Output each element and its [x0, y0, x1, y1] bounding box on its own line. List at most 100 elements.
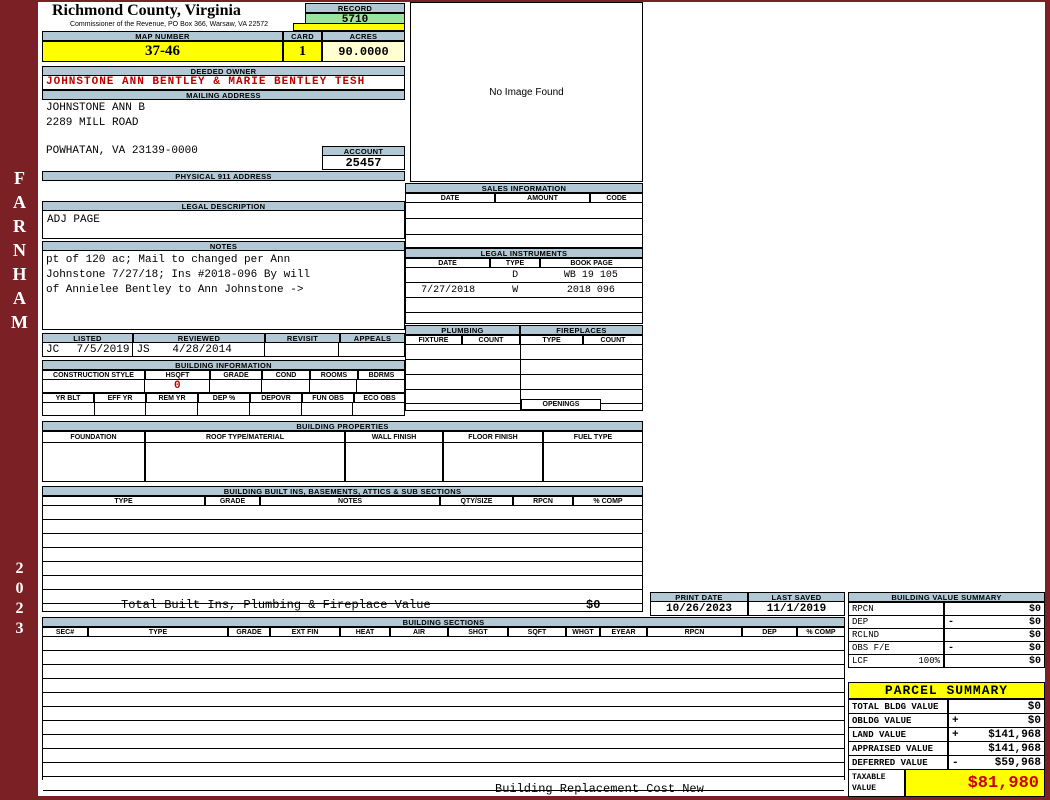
built-ins-row: [43, 548, 642, 562]
instrument-bookpage: 2018 096: [566, 284, 615, 296]
building-info-values-row2: [42, 403, 405, 416]
built-ins-total-value: $0: [586, 598, 601, 612]
dep-value[interactable]: [198, 403, 250, 415]
parcel-value: $141,968: [988, 728, 1041, 741]
bs-col-whgt: WHGT: [566, 627, 600, 637]
parcel-row-label: LAND VALUE: [848, 727, 948, 742]
revisit-value[interactable]: [265, 343, 340, 356]
bvs-row-value[interactable]: $0: [944, 654, 1045, 668]
parcel-row-value[interactable]: + $141,968: [948, 727, 1045, 742]
instrument-row[interactable]: 7/27/2018 W 2018 096: [406, 283, 642, 298]
bvs-row-label: OBS F/E: [848, 641, 944, 655]
effyr-value[interactable]: [95, 403, 147, 415]
instruments-col-bookpage: BOOK PAGE: [540, 258, 643, 268]
bvs-value: $0: [1028, 616, 1041, 628]
bvs-row-label: LCF 100%: [848, 654, 944, 668]
built-ins-label: BUILDING BUILT INS, BASEMENTS, ATTICS & …: [42, 486, 643, 496]
built-ins-row: [43, 576, 642, 590]
funobs-value[interactable]: [302, 403, 354, 415]
bp-col-wall: WALL FINISH: [346, 432, 442, 443]
last-saved-label: LAST SAVED: [748, 592, 845, 602]
mailing-line-3[interactable]: POWHATAN, VA 23139-0000: [46, 145, 198, 157]
rooms-value[interactable]: [310, 380, 358, 392]
bs-col-heat: HEAT: [340, 627, 390, 637]
mailing-line-1[interactable]: JOHNSTONE ANN B: [46, 102, 145, 114]
built-ins-total-row: Total Built Ins, Plumbing & Fireplace Va…: [42, 597, 643, 612]
parcel-row-value[interactable]: + $0: [948, 713, 1045, 728]
bvs-row-value[interactable]: $0: [944, 602, 1045, 616]
grade-value[interactable]: [210, 380, 262, 392]
physical-911-address-label: PHYSICAL 911 ADDRESS: [42, 171, 405, 181]
foundation-box[interactable]: FOUNDATION: [42, 431, 145, 482]
construction-style-value[interactable]: [43, 380, 146, 392]
parcel-row-value[interactable]: - $59,968: [948, 755, 1045, 770]
building-sections-row: [43, 777, 844, 791]
wall-finish-box[interactable]: WALL FINISH: [345, 431, 443, 482]
legal-description-value[interactable]: ADJ PAGE: [42, 211, 405, 239]
parcel-row-label: APPRAISED VALUE: [848, 741, 948, 756]
building-sections-row: [43, 721, 844, 735]
bvs-row-value[interactable]: $0: [944, 628, 1045, 642]
bi-col-remyr: REM YR: [146, 393, 198, 403]
notes-box[interactable]: pt of 120 ac; Mail to changed per Ann Jo…: [42, 251, 405, 330]
bi-col-bdrms: BDRMS: [358, 370, 405, 380]
building-sections-row: [43, 665, 844, 679]
card-label: CARD: [283, 31, 322, 41]
sales-col-date: DATE: [405, 193, 495, 203]
bvs-row-value[interactable]: - $0: [944, 615, 1045, 629]
built-ins-total-label: Total Built Ins, Plumbing & Fireplace Va…: [121, 598, 431, 612]
card-value[interactable]: 1: [283, 41, 322, 62]
cond-value[interactable]: [262, 380, 310, 392]
plumbing-fireplaces-body: OPENINGS: [405, 345, 643, 411]
parcel-op: +: [952, 728, 959, 741]
notes-line-3: of Annielee Bentley to Ann Johnstone ->: [46, 284, 304, 296]
building-sections-row: [43, 693, 844, 707]
plumbing-col-fixture: FIXTURE: [405, 335, 462, 345]
footer-text: Building Replacement Cost New: [495, 782, 704, 796]
ecoobs-value[interactable]: [353, 403, 404, 415]
deeded-owner-name[interactable]: JOHNSTONE ANN BENTLEY & MARIE BENTLEY TE…: [42, 76, 405, 90]
fuel-type-box[interactable]: FUEL TYPE: [543, 431, 643, 482]
bdrms-value[interactable]: [357, 380, 404, 392]
bvs-row-value[interactable]: - $0: [944, 641, 1045, 655]
listed-value[interactable]: JC 7/5/2019: [43, 343, 134, 356]
building-information-label: BUILDING INFORMATION: [42, 360, 405, 370]
yrblt-value[interactable]: [43, 403, 95, 415]
mailing-line-2[interactable]: 2289 MILL ROAD: [46, 117, 138, 129]
bvs-op: -: [948, 616, 955, 628]
builtins-col-qtysize: QTY/SIZE: [440, 496, 513, 506]
taxable-value[interactable]: $81,980: [905, 769, 1045, 797]
floor-finish-box[interactable]: FLOOR FINISH: [443, 431, 543, 482]
parcel-op: +: [952, 714, 959, 727]
sales-row: [406, 203, 642, 219]
bvs-value: $0: [1028, 629, 1041, 641]
bvs-row-label: DEP: [848, 615, 944, 629]
building-sections-row: [43, 763, 844, 777]
instrument-row[interactable]: D WB 19 105: [406, 268, 642, 283]
builtins-col-rpcn: RPCN: [513, 496, 573, 506]
parcel-row-value[interactable]: $0: [948, 699, 1045, 714]
roof-box[interactable]: ROOF TYPE/MATERIAL: [145, 431, 345, 482]
building-properties-label: BUILDING PROPERTIES: [42, 421, 643, 431]
remyr-value[interactable]: [146, 403, 199, 415]
account-value[interactable]: 25457: [322, 156, 405, 170]
depovr-value[interactable]: [250, 403, 302, 415]
county-subtitle: Commissioner of the Revenue, PO Box 366,…: [69, 21, 269, 28]
print-date-value: 10/26/2023: [650, 602, 748, 616]
reviewed-value[interactable]: JS 4/28/2014: [133, 343, 265, 356]
reviewed-date: 4/28/2014: [172, 343, 232, 356]
bs-col-dep: DEP: [742, 627, 797, 637]
hsqft-value[interactable]: 0: [145, 380, 211, 392]
legal-instruments-label: LEGAL INSTRUMENTS: [405, 248, 643, 258]
builtins-col-grade: GRADE: [205, 496, 260, 506]
map-number-value[interactable]: 37-46: [42, 41, 283, 62]
parcel-row-value[interactable]: $141,968: [948, 741, 1045, 756]
plumbing-row: [406, 345, 642, 360]
acres-value[interactable]: 90.0000: [322, 41, 405, 62]
bi-col-effyr: EFF YR: [94, 393, 146, 403]
sales-col-code: CODE: [590, 193, 643, 203]
appeals-value[interactable]: [339, 343, 404, 356]
legal-description-label: LEGAL DESCRIPTION: [42, 201, 405, 211]
fireplaces-col-type: TYPE: [520, 335, 583, 345]
bp-col-fuel: FUEL TYPE: [544, 432, 642, 443]
